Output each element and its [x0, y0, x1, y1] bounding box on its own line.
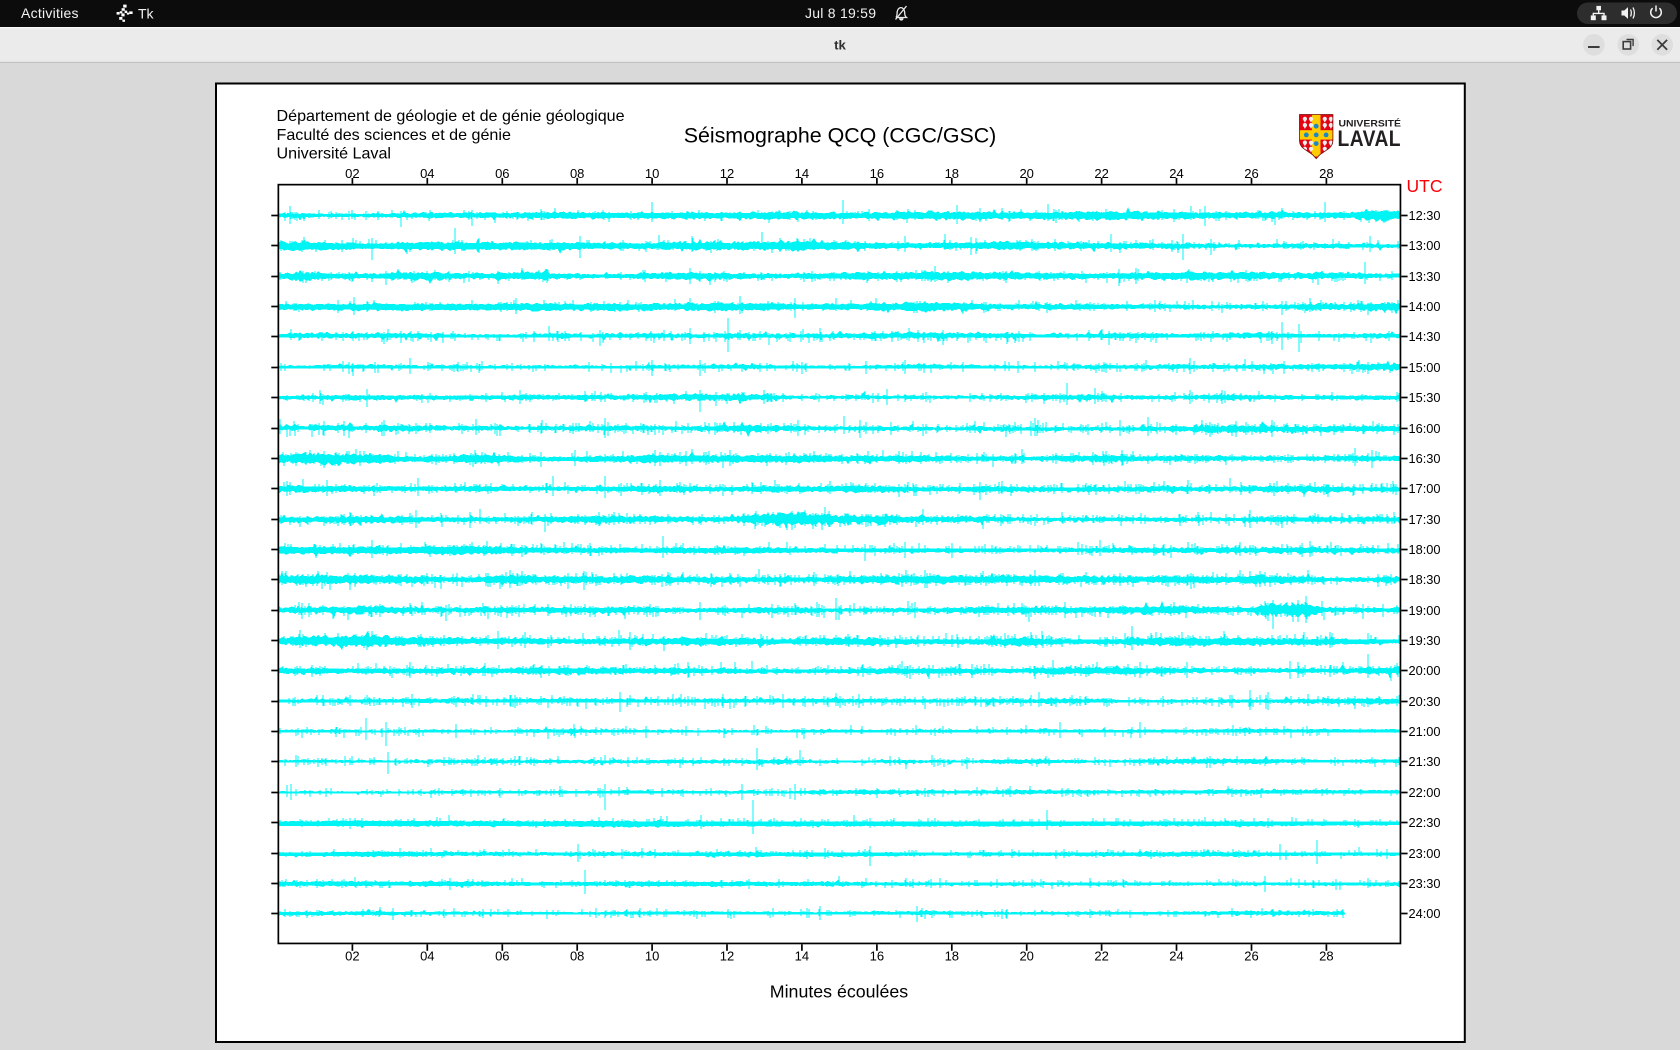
- svg-text:18: 18: [945, 949, 959, 964]
- svg-text:22: 22: [1094, 949, 1108, 964]
- svg-text:22:00: 22:00: [1409, 785, 1441, 800]
- svg-text:Département de géologie et de: Département de géologie et de génie géol…: [277, 107, 625, 125]
- svg-text:Faculté des sciences et de gén: Faculté des sciences et de génie: [277, 126, 511, 144]
- svg-text:Minutes écoulées: Minutes écoulées: [770, 982, 908, 1002]
- svg-text:23:30: 23:30: [1409, 876, 1441, 891]
- svg-text:LAVAL: LAVAL: [1338, 126, 1402, 151]
- svg-text:26: 26: [1244, 949, 1258, 964]
- svg-text:Jul 8 19:59: Jul 8 19:59: [805, 5, 876, 21]
- svg-text:14:30: 14:30: [1409, 329, 1441, 344]
- svg-text:14: 14: [795, 949, 809, 964]
- svg-text:17:00: 17:00: [1409, 481, 1441, 496]
- svg-text:22:30: 22:30: [1409, 815, 1441, 830]
- svg-text:14:00: 14:00: [1409, 299, 1441, 314]
- svg-text:19:00: 19:00: [1409, 603, 1441, 618]
- svg-text:Activities: Activities: [21, 5, 79, 21]
- svg-text:02: 02: [345, 949, 359, 964]
- svg-text:16:30: 16:30: [1409, 451, 1441, 466]
- svg-text:18:30: 18:30: [1409, 572, 1441, 587]
- svg-text:tk: tk: [834, 38, 846, 53]
- svg-text:UTC: UTC: [1407, 176, 1443, 196]
- svg-text:12:30: 12:30: [1409, 208, 1441, 223]
- svg-text:04: 04: [420, 949, 434, 964]
- svg-text:Tk: Tk: [138, 6, 155, 22]
- svg-text:16:00: 16:00: [1409, 421, 1441, 436]
- svg-text:24:00: 24:00: [1409, 906, 1441, 921]
- svg-text:12: 12: [720, 949, 734, 964]
- svg-text:15:30: 15:30: [1409, 390, 1441, 405]
- svg-text:21:00: 21:00: [1409, 724, 1441, 739]
- svg-text:15:00: 15:00: [1409, 360, 1441, 375]
- svg-text:13:00: 13:00: [1409, 238, 1441, 253]
- svg-text:20:30: 20:30: [1409, 694, 1441, 709]
- svg-text:17:30: 17:30: [1409, 512, 1441, 527]
- svg-text:16: 16: [870, 949, 884, 964]
- svg-text:23:00: 23:00: [1409, 846, 1441, 861]
- svg-text:18:00: 18:00: [1409, 542, 1441, 557]
- svg-text:20: 20: [1019, 949, 1033, 964]
- svg-text:20:00: 20:00: [1409, 663, 1441, 678]
- svg-text:13:30: 13:30: [1409, 269, 1441, 284]
- svg-text:08: 08: [570, 949, 584, 964]
- svg-text:Séismographe QCQ (CGC/GSC): Séismographe QCQ (CGC/GSC): [684, 124, 997, 148]
- svg-text:21:30: 21:30: [1409, 754, 1441, 769]
- svg-text:19:30: 19:30: [1409, 633, 1441, 648]
- svg-text:28: 28: [1319, 949, 1333, 964]
- svg-text:Université Laval: Université Laval: [277, 145, 392, 163]
- svg-text:10: 10: [645, 949, 659, 964]
- svg-text:24: 24: [1169, 949, 1183, 964]
- svg-text:06: 06: [495, 949, 509, 964]
